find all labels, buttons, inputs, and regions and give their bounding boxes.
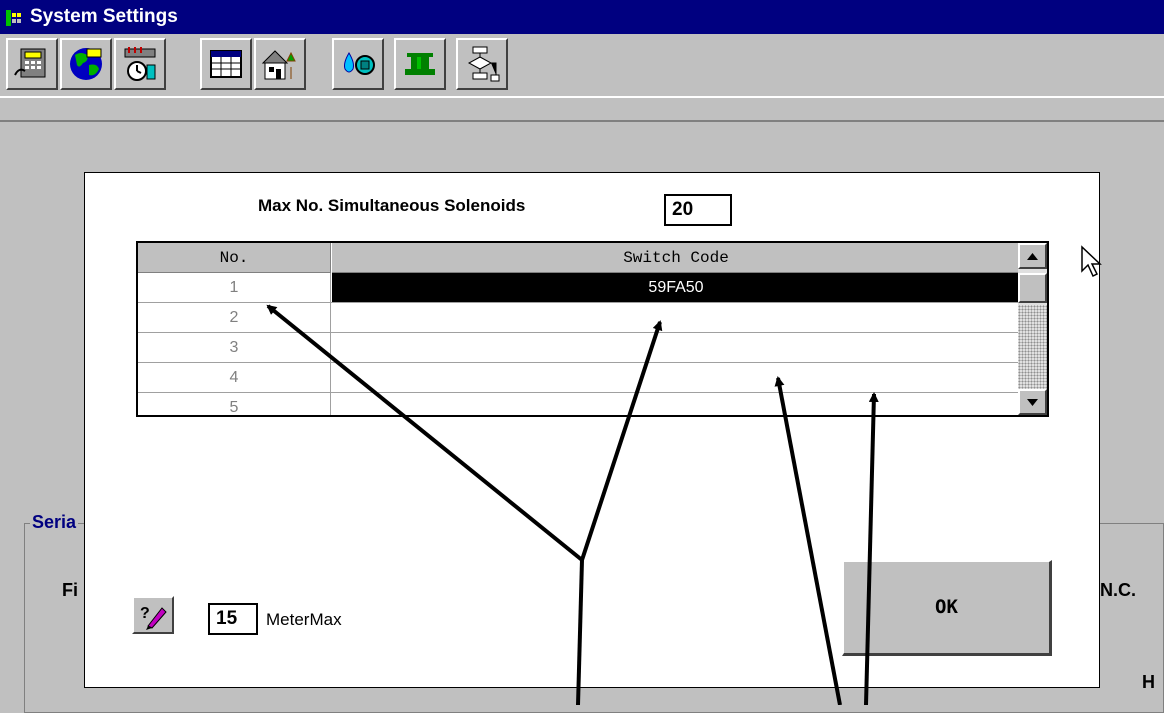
switch-code-cell[interactable]	[332, 393, 1020, 415]
phone-device-icon	[14, 48, 46, 78]
table-row[interactable]: 5	[138, 393, 1020, 415]
app-icon	[6, 10, 21, 26]
grid-scrollbar[interactable]	[1018, 243, 1047, 415]
max-solenoids-input[interactable]: 20	[664, 194, 732, 226]
spreadsheet-icon	[210, 50, 242, 78]
switch-code-cell[interactable]	[332, 333, 1020, 362]
scroll-track[interactable]	[1018, 305, 1047, 389]
max-solenoids-label: Max No. Simultaneous Solenoids	[258, 196, 526, 215]
toolbar-button-valve[interactable]	[394, 38, 446, 90]
toolbar-button-phone[interactable]	[6, 38, 58, 90]
switch-code-cell[interactable]	[332, 363, 1020, 392]
flowchart-icon	[467, 46, 500, 82]
help-button[interactable]: ?	[132, 596, 174, 634]
h-label-partial: H	[1142, 672, 1155, 692]
arrow-up-icon	[1027, 253, 1038, 260]
scroll-up-button[interactable]	[1018, 243, 1047, 269]
house-tree-icon	[261, 50, 296, 80]
switch-code-grid: No. Switch Code 1 59FA50 2 3 4 5	[136, 241, 1049, 417]
column-header-switch-code[interactable]: Switch Code	[332, 243, 1020, 273]
toolbar-button-flowchart[interactable]	[456, 38, 508, 90]
toolbar-button-globe[interactable]	[60, 38, 112, 90]
ok-button[interactable]: OK	[842, 560, 1052, 656]
globe-icon	[70, 48, 102, 80]
help-pen-icon: ?	[140, 605, 167, 630]
table-row[interactable]: 1 59FA50	[138, 273, 1020, 303]
row-number: 4	[138, 363, 331, 393]
toolbar	[0, 34, 1164, 122]
column-header-no[interactable]: No.	[138, 243, 331, 273]
switch-code-cell[interactable]	[332, 303, 1020, 332]
nc-label: N.C.	[1100, 580, 1136, 600]
switch-code-cell-selected[interactable]: 59FA50	[332, 273, 1020, 302]
serial-group-label: Seria	[30, 512, 79, 533]
mouse-cursor-icon	[1081, 245, 1102, 278]
table-row[interactable]: 2	[138, 303, 1020, 333]
arrow-down-icon	[1027, 399, 1038, 406]
toolbar-divider	[0, 96, 1164, 98]
svg-text:?: ?	[140, 605, 150, 622]
meter-max-label: MeterMax	[266, 610, 342, 629]
meter-max-input[interactable]: 15	[208, 603, 258, 635]
field-label-partial: Fi	[62, 580, 78, 600]
clock-gauge-icon	[124, 47, 156, 81]
row-number: 5	[138, 393, 331, 415]
row-number: 1	[138, 273, 331, 303]
scroll-down-button[interactable]	[1018, 389, 1047, 415]
row-number: 2	[138, 303, 331, 333]
water-drop-icon	[344, 52, 375, 75]
table-row[interactable]: 4	[138, 363, 1020, 393]
toolbar-button-house[interactable]	[254, 38, 306, 90]
toolbar-button-clock[interactable]	[114, 38, 166, 90]
row-number: 3	[138, 333, 331, 363]
scroll-thumb[interactable]	[1018, 273, 1047, 303]
valve-icon	[405, 53, 435, 75]
toolbar-button-spreadsheet[interactable]	[200, 38, 252, 90]
window-title: System Settings	[30, 6, 178, 27]
title-bar: System Settings	[0, 0, 1164, 34]
toolbar-button-water[interactable]	[332, 38, 384, 90]
table-row[interactable]: 3	[138, 333, 1020, 363]
